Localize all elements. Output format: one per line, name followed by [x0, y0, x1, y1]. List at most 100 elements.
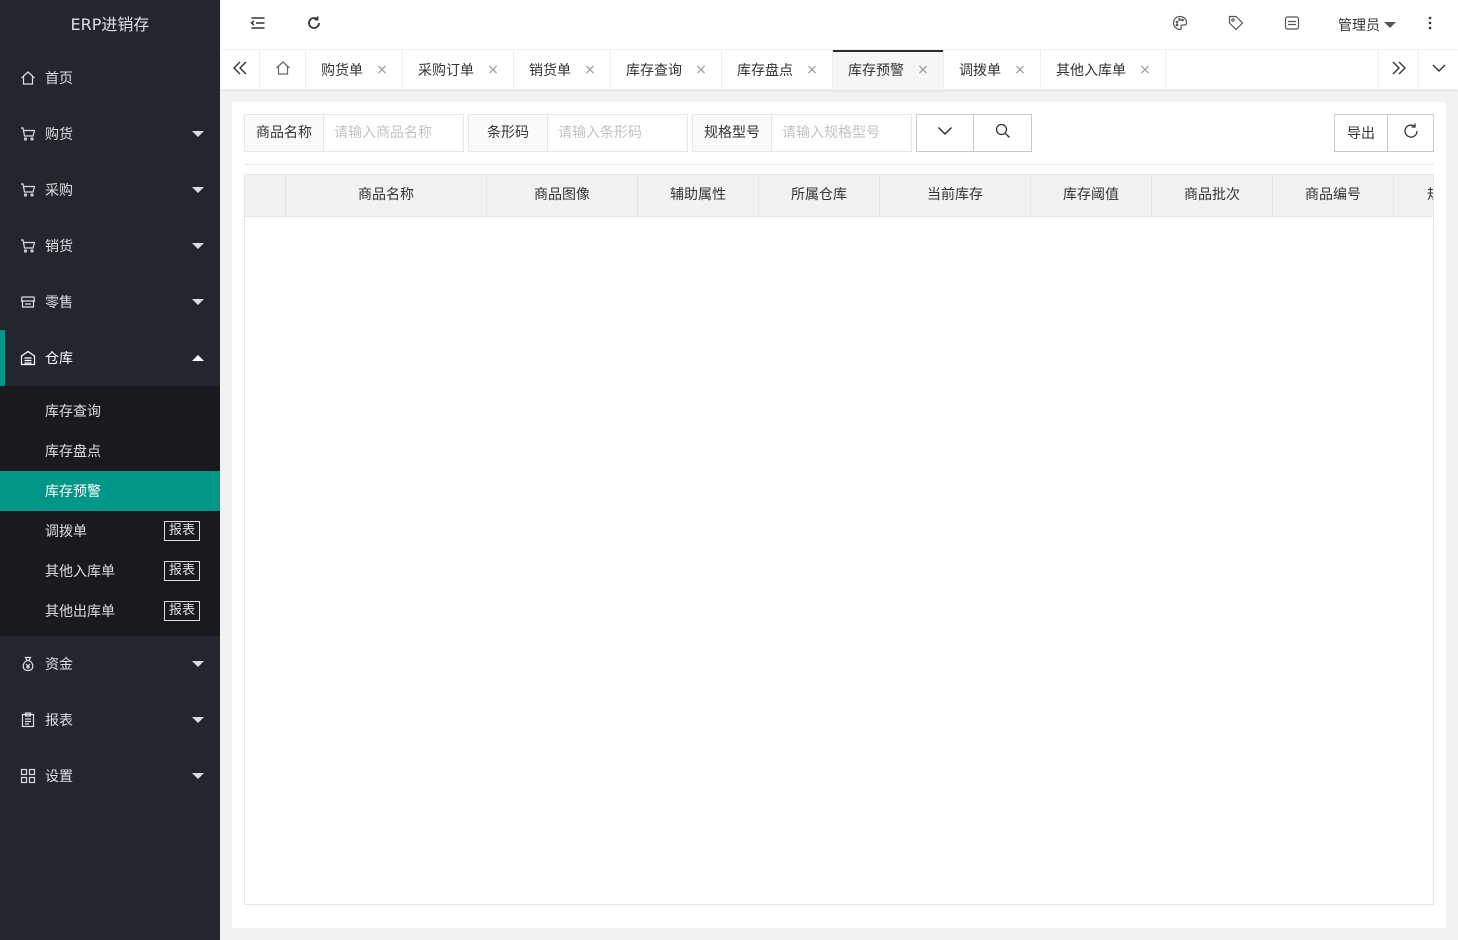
sidebar-item-retail[interactable]: 零售 [0, 274, 220, 330]
tab-label: 销货单 [529, 63, 571, 79]
tab-label: 采购订单 [418, 63, 474, 79]
grid-icon [20, 768, 36, 784]
user-menu[interactable]: 管理员 [1338, 0, 1396, 50]
tab-label: 库存查询 [626, 63, 682, 79]
message-button[interactable] [1272, 0, 1312, 50]
barcode-field: 条形码 请输入条形码 [468, 114, 688, 152]
export-label: 导出 [1347, 126, 1375, 142]
column-header[interactable]: 商品编号 [1273, 175, 1394, 217]
table-toolbar: 导出 [1334, 114, 1434, 152]
spec-field: 规格型号 请输入规格型号 [692, 114, 912, 152]
warehouse-submenu: 库存查询 库存盘点 库存预警 调拨单 报表 其他入库单 报表 其他出库单 报表 [0, 386, 220, 636]
tabs-scroll-left[interactable] [220, 50, 260, 90]
close-icon[interactable]: × [1139, 63, 1151, 77]
submenu-item-stock-alert[interactable]: 库存预警 [0, 471, 220, 511]
tab-label: 其他入库单 [1056, 63, 1126, 79]
sidebar-item-label: 销货 [45, 239, 73, 255]
tab-home[interactable] [260, 50, 306, 90]
chevron-down-icon [937, 123, 953, 143]
report-badge[interactable]: 报表 [163, 521, 200, 541]
close-icon[interactable]: × [1014, 63, 1026, 77]
sidebar-item-purchase[interactable]: 购货 [0, 106, 220, 162]
column-header[interactable]: 所属仓库 [759, 175, 880, 217]
reload-table-button[interactable] [1388, 114, 1434, 152]
submenu-item-other-outbound[interactable]: 其他出库单 报表 [0, 591, 220, 631]
double-chevron-right-icon [1391, 60, 1407, 80]
cart-icon [20, 238, 36, 254]
submenu-item-other-inbound[interactable]: 其他入库单 报表 [0, 551, 220, 591]
sidebar-item-reports[interactable]: 报表 [0, 692, 220, 748]
tab-stock-alert[interactable]: 库存预警 × [833, 50, 944, 90]
tab-stock-query[interactable]: 库存查询 × [611, 50, 722, 90]
refresh-icon [306, 15, 322, 35]
tab-label: 购货单 [321, 63, 363, 79]
submenu-item-transfer[interactable]: 调拨单 报表 [0, 511, 220, 551]
spec-label: 规格型号 [692, 114, 771, 152]
sidebar-item-label: 设置 [45, 769, 73, 785]
palette-icon [1172, 15, 1188, 35]
chevron-down-icon [1431, 60, 1447, 80]
cart-icon [20, 126, 36, 142]
spec-input[interactable]: 请输入规格型号 [771, 114, 912, 152]
close-icon[interactable]: × [806, 63, 818, 77]
column-header[interactable]: 库存阈值 [1031, 175, 1152, 217]
caret-down-icon [1384, 22, 1396, 28]
close-icon[interactable]: × [917, 63, 929, 77]
submenu-item-label: 库存盘点 [45, 444, 101, 460]
column-header-select[interactable] [245, 175, 286, 217]
search-button[interactable] [974, 114, 1032, 152]
sidebar-item-label: 资金 [45, 657, 73, 673]
barcode-label: 条形码 [468, 114, 547, 152]
sidebar-item-procurement[interactable]: 采购 [0, 162, 220, 218]
sidebar-item-home[interactable]: 首页 [0, 50, 220, 106]
double-chevron-left-icon [232, 60, 248, 80]
column-header[interactable]: 商品图像 [487, 175, 638, 217]
export-button[interactable]: 导出 [1334, 114, 1388, 152]
chevron-down-icon [192, 187, 204, 193]
sidebar-item-warehouse[interactable]: 仓库 [0, 330, 220, 386]
sidebar-item-sales[interactable]: 销货 [0, 218, 220, 274]
tabs-scroll-right[interactable] [1378, 50, 1418, 90]
tab-other-inbound[interactable]: 其他入库单 × [1041, 50, 1166, 90]
store-icon [20, 294, 36, 310]
chevron-down-icon [192, 299, 204, 305]
submenu-item-label: 调拨单 [45, 524, 87, 540]
refresh-button[interactable] [294, 0, 334, 50]
sidebar-item-settings[interactable]: 设置 [0, 748, 220, 804]
close-icon[interactable]: × [695, 63, 707, 77]
sidebar-item-label: 报表 [45, 713, 73, 729]
tab-label: 库存预警 [848, 63, 904, 79]
column-header[interactable]: 辅助属性 [638, 175, 759, 217]
clipboard-icon [20, 712, 36, 728]
menu-fold-icon [250, 15, 266, 35]
menu-fold-button[interactable] [238, 0, 278, 50]
message-icon [1284, 15, 1300, 35]
tabs-dropdown[interactable] [1418, 50, 1458, 90]
product-name-input[interactable]: 请输入商品名称 [323, 114, 464, 152]
theme-button[interactable] [1160, 0, 1200, 50]
tab-sales-order[interactable]: 销货单 × [514, 50, 611, 90]
sidebar-item-label: 首页 [45, 71, 73, 87]
close-icon[interactable]: × [376, 63, 388, 77]
close-icon[interactable]: × [487, 63, 499, 77]
tag-button[interactable] [1216, 0, 1256, 50]
expand-filter-button[interactable] [916, 114, 974, 152]
tab-stock-count[interactable]: 库存盘点 × [722, 50, 833, 90]
tab-purchase-order[interactable]: 购货单 × [306, 50, 403, 90]
sidebar-item-funds[interactable]: 资金 [0, 636, 220, 692]
tab-transfer[interactable]: 调拨单 × [944, 50, 1041, 90]
column-header[interactable]: 商品名称 [286, 175, 487, 217]
tab-procurement-order[interactable]: 采购订单 × [403, 50, 514, 90]
submenu-item-stock-query[interactable]: 库存查询 [0, 391, 220, 431]
column-header[interactable]: 商品批次 [1152, 175, 1273, 217]
column-header[interactable]: 规 [1394, 175, 1433, 217]
barcode-input[interactable]: 请输入条形码 [547, 114, 688, 152]
close-icon[interactable]: × [584, 63, 596, 77]
report-badge[interactable]: 报表 [163, 601, 200, 621]
report-badge[interactable]: 报表 [163, 561, 200, 581]
chevron-down-icon [192, 717, 204, 723]
column-header[interactable]: 当前库存 [880, 175, 1031, 217]
submenu-item-stock-count[interactable]: 库存盘点 [0, 431, 220, 471]
stock-alert-table: 商品名称 商品图像 辅助属性 所属仓库 当前库存 库存阈值 商品批次 商品编号 … [244, 174, 1434, 905]
more-button[interactable] [1410, 0, 1450, 50]
